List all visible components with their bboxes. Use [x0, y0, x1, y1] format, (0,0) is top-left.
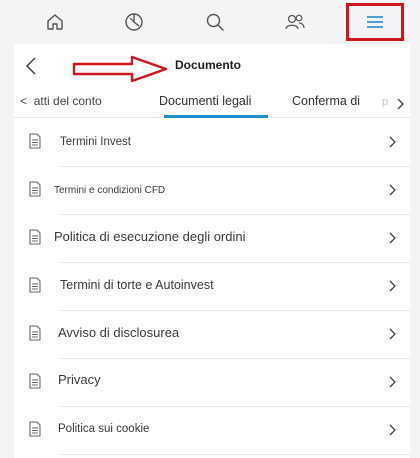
document-label: Termini Invest — [60, 136, 131, 148]
divider — [60, 454, 410, 455]
document-label: Privacy — [58, 372, 101, 387]
chevron-right-icon — [389, 424, 396, 436]
tab-faded-next[interactable]: p — [382, 96, 388, 108]
nav-home[interactable] — [24, 2, 86, 42]
chevron-right-icon — [389, 136, 396, 148]
document-icon — [29, 325, 41, 341]
tab-strip: < atti del conto Documenti legali Confer… — [14, 88, 410, 118]
list-item[interactable]: Termini Invest — [14, 118, 410, 166]
document-icon — [29, 133, 41, 149]
tab-account-documents[interactable]: < atti del conto — [20, 94, 102, 108]
list-item[interactable]: Avviso di disclosurea — [14, 310, 410, 358]
chevron-right-icon — [389, 184, 396, 196]
chevron-right-icon — [389, 232, 396, 244]
tab-scroll-right-icon[interactable] — [396, 98, 404, 110]
top-nav-bar — [0, 0, 420, 44]
list-item[interactable]: Termini di torte e Autoinvest — [14, 262, 410, 310]
tab-prev-label: atti del conto — [33, 94, 102, 108]
nav-search[interactable] — [184, 2, 246, 42]
chevron-right-icon — [389, 280, 396, 292]
tab-confirmations[interactable]: Conferma di — [292, 94, 360, 108]
document-icon — [29, 229, 41, 245]
annotation-arrow-icon — [72, 55, 168, 83]
chevron-right-icon — [389, 376, 396, 388]
document-icon — [29, 373, 41, 389]
tab-legal-documents[interactable]: Documenti legali — [159, 94, 251, 108]
document-label: Termini e condizioni CFD — [54, 185, 166, 196]
document-label: Termini di torte e Autoinvest — [60, 278, 214, 292]
document-label: Politica sui cookie — [58, 423, 150, 435]
nav-people[interactable] — [264, 2, 326, 42]
nav-menu[interactable] — [346, 3, 404, 41]
chevron-right-icon — [389, 328, 396, 340]
document-label: Avviso di disclosurea — [58, 325, 180, 340]
document-icon — [29, 181, 41, 197]
home-icon — [47, 14, 63, 30]
list-item[interactable]: Privacy — [14, 358, 410, 406]
people-icon — [285, 14, 305, 30]
page-title: Documento — [175, 58, 241, 72]
document-icon — [29, 421, 41, 437]
document-icon — [29, 277, 41, 293]
list-item[interactable]: Termini e condizioni CFD — [14, 166, 410, 214]
tab-prev-chevron: < — [20, 94, 28, 108]
search-icon — [206, 13, 224, 31]
menu-icon — [367, 16, 383, 28]
back-chevron-icon[interactable] — [24, 56, 40, 76]
page-header: Documento — [14, 44, 410, 86]
documents-panel: Documento < atti del conto Documenti leg… — [14, 44, 410, 458]
list-item[interactable]: Politica sui cookie — [14, 406, 410, 454]
list-item[interactable]: Politica di esecuzione degli ordini — [14, 214, 410, 262]
document-label: Politica di esecuzione degli ordini — [54, 229, 246, 244]
portfolio-icon — [125, 13, 143, 31]
nav-portfolio[interactable] — [103, 2, 165, 42]
